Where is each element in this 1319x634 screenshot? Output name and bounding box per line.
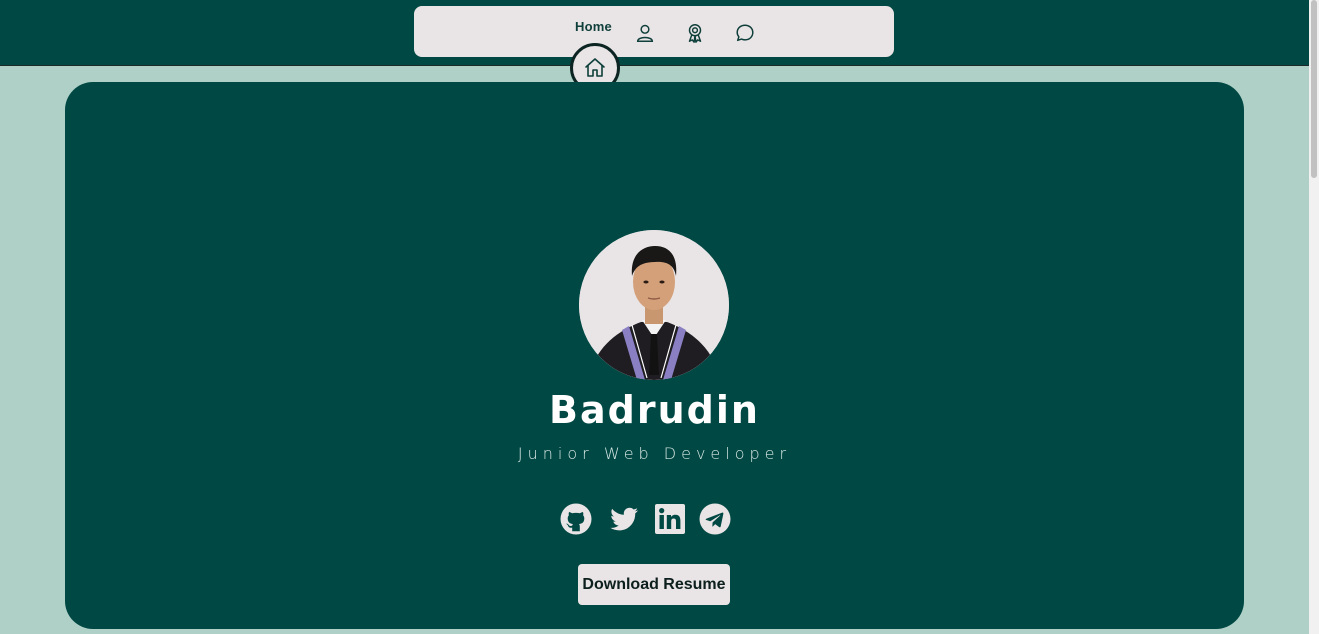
social-link-linkedin[interactable] bbox=[654, 503, 686, 535]
profile-name: Badrudin bbox=[549, 388, 760, 432]
nav-home-label[interactable]: Home bbox=[575, 19, 612, 34]
download-resume-button[interactable]: Download Resume bbox=[578, 564, 730, 605]
profile-role: Junior Web Developer bbox=[517, 444, 792, 463]
nav-item-contact[interactable] bbox=[733, 21, 757, 45]
social-link-twitter[interactable] bbox=[608, 503, 640, 535]
nav-item-about[interactable] bbox=[633, 21, 657, 45]
profile-avatar bbox=[579, 230, 729, 380]
profile-photo bbox=[579, 230, 729, 380]
twitter-icon bbox=[610, 507, 638, 531]
nav-item-achievements[interactable] bbox=[683, 21, 707, 45]
chat-icon bbox=[736, 24, 754, 42]
github-icon bbox=[560, 503, 592, 535]
linkedin-icon bbox=[655, 504, 685, 534]
telegram-icon bbox=[699, 503, 731, 535]
home-icon bbox=[585, 58, 605, 77]
social-link-github[interactable] bbox=[560, 503, 592, 535]
award-icon bbox=[688, 24, 702, 43]
user-icon bbox=[636, 24, 654, 42]
social-link-telegram[interactable] bbox=[699, 503, 731, 535]
scrollbar-thumb[interactable] bbox=[1311, 0, 1317, 178]
